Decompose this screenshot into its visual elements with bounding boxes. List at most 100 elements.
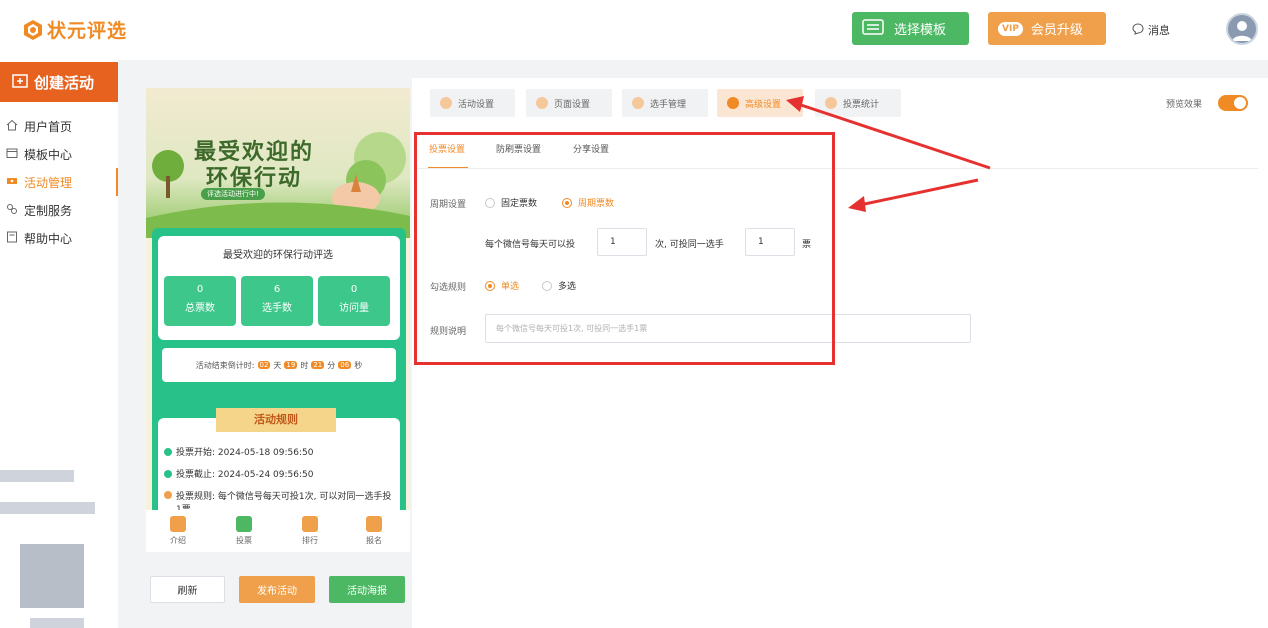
trophy-icon — [302, 516, 318, 532]
advanced-settings-icon — [727, 97, 739, 109]
banner-title: 最受欢迎的 环保行动 — [184, 140, 324, 192]
sidebar-item-templates[interactable]: 模板中心 — [6, 146, 72, 163]
activity-settings-icon — [440, 97, 452, 109]
blurred-qr-caption — [0, 502, 95, 514]
countdown-seconds: 06 — [338, 361, 352, 369]
sidebar-item-label: 活动管理 — [24, 176, 73, 190]
tab-label: 活动设置 — [458, 99, 495, 110]
countdown-minutes: 21 — [311, 361, 325, 369]
bullet-icon — [164, 491, 172, 499]
stat-label: 选手数 — [262, 303, 292, 314]
create-activity-button[interactable]: 创建活动 — [0, 62, 118, 102]
choose-template-button[interactable]: 选择模板 — [852, 12, 969, 45]
tab-page-settings[interactable]: 页面设置 — [526, 89, 612, 117]
page-settings-icon — [536, 97, 548, 109]
plus-calendar-icon — [12, 72, 28, 92]
rule-text: 投票开始: 2024-05-18 09:56:50 — [176, 448, 314, 458]
annotation-highlight-box — [414, 132, 835, 365]
sidebar-item-custom-service[interactable]: 定制服务 — [6, 202, 72, 219]
preview-nav-vote[interactable]: 投票 — [224, 516, 264, 546]
preview-nav-intro[interactable]: 介绍 — [158, 516, 198, 546]
countdown-bar: 活动结束倒计时: 02 天 19 时 21 分 06 秒 — [162, 348, 396, 382]
choose-template-label: 选择模板 — [894, 23, 947, 38]
countdown-label: 活动结束倒计时: — [195, 360, 255, 370]
countdown-days: 02 — [257, 361, 271, 369]
preview-toggle-label: 预览效果 — [1166, 100, 1203, 110]
preview-bottom-nav: 介绍 投票 排行 报名 — [146, 510, 410, 552]
service-icon — [6, 203, 18, 218]
sidebar-item-label: 模板中心 — [24, 148, 73, 162]
chat-icon — [1132, 22, 1144, 38]
stat-label: 总票数 — [185, 303, 215, 314]
preview-nav-ranking[interactable]: 排行 — [290, 516, 330, 546]
publish-activity-button[interactable]: 发布活动 — [239, 576, 315, 603]
stat-value: 0 — [196, 284, 204, 295]
countdown-unit: 秒 — [354, 360, 363, 370]
sidebar-item-label: 帮助中心 — [24, 232, 73, 246]
stat-visits: 0 访问量 — [318, 276, 390, 326]
tab-contestant-management[interactable]: 选手管理 — [622, 89, 708, 117]
mobile-preview: 最受欢迎的 环保行动 评选活动进行中! 最受欢迎的环保行动评选 0 总票数 6 … — [146, 88, 410, 528]
countdown-hours: 19 — [284, 361, 298, 369]
preview-nav-label: 介绍 — [170, 536, 186, 545]
create-activity-label: 创建活动 — [34, 73, 95, 92]
home-icon — [6, 119, 18, 134]
stat-contestants: 6 选手数 — [241, 276, 313, 326]
preview-nav-label: 排行 — [302, 536, 318, 545]
preview-nav-label: 投票 — [236, 536, 252, 545]
sidebar-item-label: 用户首页 — [24, 120, 73, 134]
sidebar-item-label: 定制服务 — [24, 204, 73, 218]
rule-line: 投票截止: 2024-05-24 09:56:50 — [164, 467, 396, 480]
avatar[interactable] — [1226, 13, 1258, 45]
logo-icon — [22, 19, 44, 41]
contestant-icon — [632, 97, 644, 109]
blurred-qr-code — [20, 544, 84, 608]
folder-icon — [6, 147, 18, 162]
preview-nav-label: 报名 — [366, 536, 382, 545]
blurred-qr-caption — [30, 618, 84, 628]
document-icon — [170, 516, 186, 532]
template-icon — [862, 18, 884, 39]
tab-activity-settings[interactable]: 活动设置 — [430, 89, 515, 117]
countdown-unit: 天 — [273, 360, 282, 370]
preview-banner: 最受欢迎的 环保行动 评选活动进行中! — [146, 88, 410, 238]
countdown-unit: 分 — [327, 360, 336, 370]
sidebar-item-activity-management[interactable]: 活动管理 — [6, 174, 72, 191]
sidebar: 创建活动 用户首页 模板中心 活动管理 定制服务 帮助中心 — [0, 60, 118, 628]
messages-label: 消息 — [1148, 24, 1170, 37]
stat-total-votes: 0 总票数 — [164, 276, 236, 326]
rule-line: 投票开始: 2024-05-18 09:56:50 — [164, 445, 396, 458]
vip-upgrade-button[interactable]: VIP 会员升级 — [988, 12, 1106, 45]
banner-status-tag: 评选活动进行中! — [201, 188, 265, 200]
messages-link[interactable]: 消息 — [1132, 22, 1170, 38]
stat-value: 6 — [273, 284, 281, 295]
stat-value: 0 — [350, 284, 358, 295]
sidebar-item-home[interactable]: 用户首页 — [6, 118, 72, 135]
tab-label: 选手管理 — [650, 99, 687, 110]
tab-label: 页面设置 — [554, 99, 591, 110]
app-logo[interactable]: 状元评选 — [22, 16, 127, 43]
edit-icon — [366, 516, 382, 532]
vip-upgrade-label: 会员升级 — [1030, 23, 1083, 38]
ticket-icon — [6, 175, 18, 190]
vote-icon — [236, 516, 252, 532]
annotation-arrows — [786, 96, 991, 212]
preview-nav-signup[interactable]: 报名 — [354, 516, 394, 546]
refresh-button[interactable]: 刷新 — [150, 576, 225, 603]
sidebar-item-help[interactable]: 帮助中心 — [6, 230, 72, 247]
tab-label: 高级设置 — [745, 99, 782, 110]
bullet-icon — [164, 447, 172, 456]
bullet-icon — [164, 469, 172, 478]
banner-title-line-1: 最受欢迎的 — [193, 140, 314, 165]
blurred-qr-caption — [0, 470, 74, 482]
top-header: 状元评选 选择模板 VIP 会员升级 消息 — [0, 0, 1268, 60]
activity-title: 最受欢迎的环保行动评选 — [223, 250, 333, 261]
rule-text: 投票截止: 2024-05-24 09:56:50 — [176, 470, 314, 480]
vip-icon: VIP — [998, 21, 1023, 36]
help-icon — [6, 231, 18, 246]
countdown-unit: 时 — [300, 360, 309, 370]
logo-text: 状元评选 — [47, 20, 128, 42]
preview-toggle-switch[interactable] — [1218, 95, 1248, 111]
activity-poster-button[interactable]: 活动海报 — [329, 576, 405, 603]
stat-label: 访问量 — [339, 303, 369, 314]
